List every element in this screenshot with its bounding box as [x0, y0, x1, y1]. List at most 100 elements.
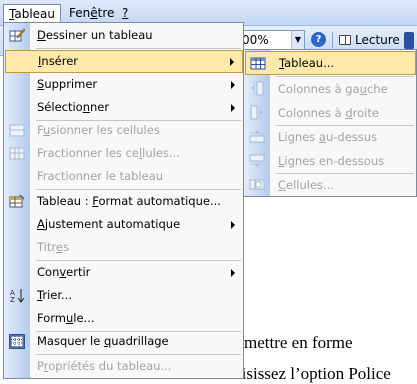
menu-help[interactable]: ? — [117, 4, 133, 24]
submenu-item-rows-below[interactable]: Lignes en-dessous — [244, 149, 416, 173]
menu-item-text: Form — [37, 311, 66, 325]
menu-item-text: rier... — [42, 288, 72, 302]
submenu-item-text: ignes en-dessous — [284, 154, 385, 168]
submenu-arrow-icon — [231, 81, 235, 89]
table-menu: Dessiner un tableau Insérer Supprimer Sé… — [3, 22, 244, 379]
toolbar-options-icon[interactable] — [404, 32, 414, 49]
help-glyph: ? — [315, 34, 322, 45]
menu-item-split-cells[interactable]: Fractionner les cellules... — [4, 142, 243, 165]
toolbar-separator — [332, 32, 333, 48]
submenu-item-text: Colonnes à ga — [278, 82, 360, 96]
menu-item-text: Sélectio — [37, 100, 83, 114]
submenu-item-text: che — [366, 82, 388, 96]
menu-item-convert[interactable]: Convertir — [4, 261, 243, 284]
document-text-line-1: mettre en forme — [244, 333, 353, 352]
menu-item-text: Tableau : — [37, 194, 93, 208]
submenu-item-text: ellules... — [286, 178, 335, 192]
pencil-icon — [9, 28, 25, 42]
menu-item-text: Fractionner le tableau — [37, 169, 164, 183]
menu-fenetre-label-post: tre — [97, 6, 115, 20]
menu-item-split-table[interactable]: Fractionner le tableau — [4, 165, 243, 188]
chevron-down-icon[interactable]: ▼ — [291, 31, 304, 49]
insert-cells-icon — [249, 179, 265, 190]
submenu-item-table[interactable]: Tableau... — [245, 51, 416, 75]
autoformat-icon — [9, 194, 25, 208]
svg-text:Z: Z — [10, 296, 15, 303]
menu-item-select[interactable]: Sélectionner — [4, 96, 243, 119]
zoom-value: 00% — [242, 33, 269, 47]
insert-submenu: Tableau... Colonnes à gauche Colonnes à … — [243, 49, 417, 197]
submenu-arrow-icon — [231, 221, 235, 229]
menu-item-table-properties[interactable]: Propriétés du tableau... — [4, 355, 243, 378]
submenu-item-columns-right[interactable]: Colonnes à droite — [244, 101, 416, 125]
split-cells-icon — [9, 147, 25, 160]
menu-item-text: sionner les cellules — [50, 123, 160, 137]
menu-item-delete[interactable]: Supprimer — [4, 73, 243, 96]
reading-mode-label: Lecture — [355, 33, 400, 47]
insert-table-icon — [250, 57, 266, 70]
menu-help-label: ? — [122, 6, 129, 20]
menu-item-text: Fractionner les ce — [37, 146, 139, 160]
menu-fenetre-label-pre: Fen — [69, 6, 91, 20]
menu-item-heading-rows[interactable]: Titres — [4, 236, 243, 259]
insert-row-below-icon — [249, 154, 265, 167]
submenu-item-text: ableau... — [284, 56, 335, 70]
menu-tableau-label-post: ableau — [14, 7, 55, 21]
menu-item-text: s — [62, 240, 69, 254]
submenu-item-text: u-dessus — [325, 130, 378, 144]
menu-item-text: essiner un tableau — [45, 28, 153, 42]
menu-item-formula[interactable]: Formule... — [4, 307, 243, 330]
menu-item-accel: e — [55, 240, 63, 254]
merge-cells-icon — [9, 124, 25, 137]
menu-item-text: nsérer — [41, 54, 79, 68]
reading-mode-button[interactable]: Lecture — [339, 31, 400, 49]
menu-item-merge-cells[interactable]: Fusionner les cellules — [4, 119, 243, 142]
zoom-select[interactable]: 00% ▼ — [238, 30, 305, 50]
menu-item-text: Con — [37, 265, 60, 279]
menu-item-text: opriétés du tableau... — [48, 359, 172, 373]
submenu-item-text: Colonnes à — [278, 106, 346, 120]
submenu-arrow-icon — [230, 58, 234, 66]
submenu-item-accel: u — [359, 82, 367, 96]
menu-item-draw-table[interactable]: Dessiner un tableau — [4, 24, 243, 47]
menu-item-table-autoformat[interactable]: Tableau : Format automatique... — [4, 190, 243, 213]
menu-item-text: ner — [90, 100, 110, 114]
submenu-item-rows-above[interactable]: Lignes au-dessus — [244, 125, 416, 149]
submenu-item-columns-left[interactable]: Colonnes à gauche — [244, 77, 416, 101]
insert-row-above-icon — [249, 130, 265, 143]
menu-item-text: uadrillage — [111, 334, 169, 348]
gridlines-icon — [9, 334, 25, 349]
menu-item-text: lules... — [142, 146, 180, 160]
menu-item-text: justement automatique — [44, 217, 181, 231]
menu-item-hide-gridlines[interactable]: Masquer le quadrillage — [4, 330, 243, 353]
menu-item-text: Masquer le — [37, 334, 104, 348]
submenu-item-cells[interactable]: Cellules... — [244, 173, 416, 197]
menu-item-sort[interactable]: A Z Trier... — [4, 284, 243, 307]
sort-az-icon: A Z — [10, 289, 25, 303]
menu-item-text: upprimer — [44, 77, 98, 91]
submenu-arrow-icon — [231, 269, 235, 277]
submenu-item-text: roite — [352, 106, 379, 120]
menu-item-text: P — [37, 359, 44, 373]
menu-item-text: ertir — [66, 265, 91, 279]
book-icon — [339, 35, 351, 45]
menu-item-accel: A — [37, 217, 45, 231]
menu-item-insert[interactable]: Insérer — [5, 50, 243, 73]
menu-separator — [36, 48, 241, 49]
menu-item-accel: D — [37, 28, 46, 42]
menu-item-text: ormat automatique... — [98, 194, 221, 208]
submenu-item-accel: d — [345, 106, 353, 120]
menu-fenetre[interactable]: Fenêtre — [64, 4, 119, 24]
submenu-item-text: Lignes — [278, 130, 319, 144]
insert-column-left-icon — [251, 81, 264, 96]
insert-column-right-icon — [250, 105, 263, 120]
menu-fenetre-accel: ê — [90, 6, 98, 20]
help-icon[interactable]: ? — [311, 32, 326, 47]
menu-item-text: le... — [73, 311, 95, 325]
menu-item-text: Titr — [37, 240, 56, 254]
menu-item-accel: n — [82, 100, 91, 114]
submenu-arrow-icon — [231, 104, 235, 112]
submenu-item-accel: C — [278, 178, 287, 192]
submenu-item-accel: a — [318, 130, 326, 144]
menu-item-autofit[interactable]: Ajustement automatique — [4, 213, 243, 236]
